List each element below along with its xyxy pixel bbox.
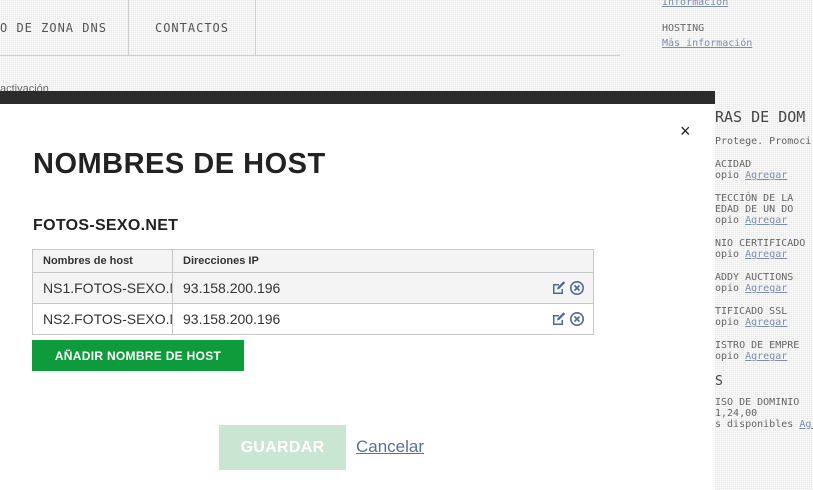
info-link[interactable]: Información (662, 0, 728, 8)
hosting-more-info-link[interactable]: Más información (662, 38, 752, 49)
extra-item-title: ISTRO DE EMPRE (715, 340, 800, 351)
extra-item-price: opio Agregar (715, 170, 788, 181)
extra-item-price: opio Agregar (715, 317, 788, 328)
remove-icon[interactable] (569, 311, 585, 327)
edit-icon[interactable] (551, 311, 567, 327)
extra-item-add-link[interactable]: Agregar (745, 249, 787, 260)
table-header-row: Nombres de host Direcciones IP (33, 250, 593, 272)
add-hostname-button[interactable]: AÑADIR NOMBRE DE HOST (32, 340, 244, 371)
extra-item-title-line2: 1,24,00 (715, 408, 758, 419)
extra-item-title: TECCIÓN DE LA (715, 193, 794, 204)
domain-extras-heading: RAS DE DOM (715, 108, 806, 126)
extra-item-title: NIO CERTIFICADO (715, 238, 806, 249)
hostname-cell: NS1.FOTOS-SEXO.NET (33, 273, 173, 303)
background-nav: O DE ZONA DNS CONTACTOS (0, 0, 620, 56)
hostnames-table: Nombres de host Direcciones IP NS1.FOTOS… (32, 249, 594, 335)
row-actions (547, 304, 593, 334)
close-icon[interactable]: × (680, 122, 691, 140)
modal-top-bar (0, 91, 715, 104)
extra-item-price: opio Agregar (715, 283, 788, 294)
extra-item-price: s disponibles Agreg (715, 419, 813, 430)
remove-icon[interactable] (569, 280, 585, 296)
table-row: NS1.FOTOS-SEXO.NET 93.158.200.196 (33, 272, 593, 303)
extra-section-heading: S (715, 374, 723, 389)
extra-item-price: opio Agregar (715, 215, 788, 226)
ip-cell: 93.158.200.196 (183, 311, 281, 327)
extra-item-add-link[interactable]: Agregar (745, 351, 787, 362)
extra-item-add-link[interactable]: Agregar (745, 170, 787, 181)
extra-item-add-link[interactable]: Agregar (745, 317, 787, 328)
table-row: NS2.FOTOS-SEXO.NET 93.158.200.196 (33, 303, 593, 334)
column-header-ip: Direcciones IP (183, 255, 259, 267)
column-header-hostname: Nombres de host (33, 250, 173, 272)
extra-item-title: TIFICADO SSL (715, 306, 788, 317)
modal-title: NOMBRES DE HOST (33, 148, 326, 180)
extra-item-title: ADDY AUCTIONS (715, 272, 794, 283)
nav-tab-dns-zone[interactable]: O DE ZONA DNS (0, 0, 128, 56)
extra-item-add-link[interactable]: Agreg (799, 419, 813, 430)
hostname-cell: NS2.FOTOS-SEXO.NET (33, 304, 173, 334)
save-button[interactable]: GUARDAR (219, 425, 346, 470)
extra-item-add-link[interactable]: Agregar (745, 215, 787, 226)
domain-extras-list: RAS DE DOM Protege. Promoci ACIDAD opio … (715, 108, 813, 442)
extra-item-title-line2: EDAD DE UN DO (715, 204, 794, 215)
domain-name: FOTOS-SEXO.NET (33, 217, 179, 234)
edit-icon[interactable] (551, 280, 567, 296)
domain-extras-subtitle: Protege. Promoci (715, 136, 812, 147)
nav-divider (0, 55, 620, 56)
cancel-link[interactable]: Cancelar (356, 437, 424, 457)
row-actions (547, 273, 593, 303)
extra-item-price: opio Agregar (715, 351, 788, 362)
ip-cell: 93.158.200.196 (183, 280, 281, 296)
hosting-label: HOSTING (662, 23, 705, 34)
extra-item-add-link[interactable]: Agregar (745, 283, 787, 294)
extra-item-title: ACIDAD (715, 159, 752, 170)
nav-tab-contacts[interactable]: CONTACTOS (128, 0, 256, 56)
extra-item-title: ISO DE DOMINIO (715, 397, 800, 408)
extra-item-price: opio Agregar (715, 249, 788, 260)
